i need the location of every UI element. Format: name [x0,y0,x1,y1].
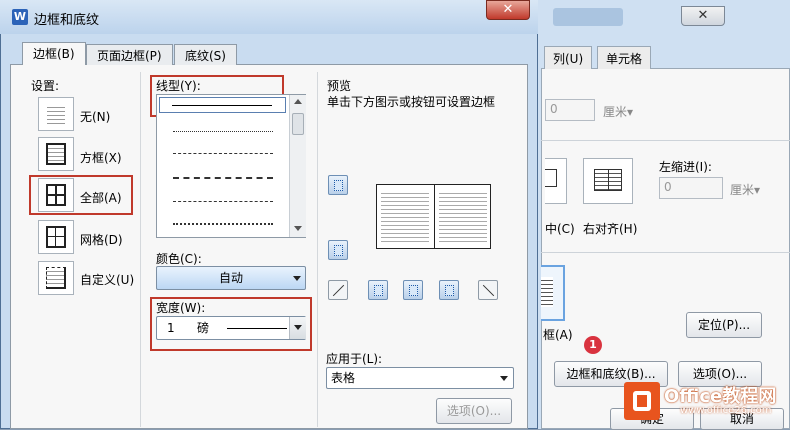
background-align-center-icon[interactable] [545,158,567,204]
setting-none-icon[interactable] [38,97,74,131]
wps-app-icon: W [12,9,28,25]
background-align-center-label: 中(C) [545,222,575,236]
setting-all-icon[interactable] [38,178,74,212]
width-dropdown-toggle[interactable] [289,317,306,339]
apply-to-select[interactable]: 表格 [326,367,514,389]
setting-grid-label[interactable]: 网格(D) [80,231,123,248]
chevron-down-icon [294,325,302,330]
chevron-down-icon [293,276,301,281]
background-indent-label: 左缩进(I): [659,160,712,174]
options-button[interactable]: 选项(O)... [436,398,512,424]
background-spin-1[interactable]: 0 [545,99,595,121]
background-unit-1: 厘米▾ [603,105,634,119]
background-options-label: 选项(O)... [692,367,748,381]
background-divider [541,140,790,141]
column-divider [140,72,141,427]
border-bottom-icon [374,285,383,296]
setting-box-label[interactable]: 方框(X) [80,149,122,166]
setting-custom-label[interactable]: 自定义(U) [80,271,134,288]
background-indent-spin[interactable]: 0 [659,177,723,199]
background-spin-value: 0 [664,180,672,194]
position-button[interactable]: 定位(P)... [686,312,762,338]
background-wrap-label: 框(A) [543,328,573,342]
step-badge: 1 [584,336,602,354]
setting-grid-icon[interactable] [38,220,74,254]
step-badge-number: 1 [589,338,597,351]
border-inside-h-button[interactable] [328,240,348,260]
setting-box-icon[interactable] [38,137,74,171]
background-unit-2: 厘米▾ [730,183,761,197]
apply-to-label: 应用于(L): [326,352,383,366]
line-style-item[interactable] [173,177,273,179]
dialog-close-button[interactable]: ✕ [486,0,530,20]
tab-label: 页面边框(P) [97,49,162,63]
line-style-scrollbar[interactable] [289,95,306,237]
office-logo-icon [624,382,660,420]
color-label: 颜色(C): [156,252,202,266]
background-close-button[interactable]: ✕ [681,6,725,26]
color-value: 自动 [218,271,243,285]
background-title-strip [553,8,623,26]
preview-hint: 单击下方图示或按钮可设置边框 [327,95,496,109]
preview-label: 预览 [327,79,352,93]
background-tab-column[interactable]: 列(U) [544,46,593,69]
background-divider [541,252,790,253]
diagonal-down-icon [482,284,495,297]
width-label: 宽度(W): [156,301,206,315]
border-right-button[interactable] [439,280,459,300]
tab-label: 边框(B) [33,47,75,61]
watermark-url: www.office26.com [680,405,772,416]
diagonal-up-button[interactable] [478,280,498,300]
scroll-down-icon[interactable] [294,226,302,231]
background-wrap-icon[interactable] [541,265,565,321]
border-top-icon [334,180,343,191]
background-spin-value: 0 [550,102,558,116]
line-style-item[interactable] [173,153,273,154]
diagonal-down-button[interactable] [328,280,348,300]
column-divider [317,72,318,427]
setting-custom-icon[interactable] [38,261,74,295]
line-style-item[interactable] [173,201,273,202]
tab-shading[interactable]: 底纹(S) [174,44,237,65]
line-style-item[interactable] [173,223,273,225]
line-style-list[interactable] [156,94,306,238]
background-tab-label: 列(U) [553,52,584,66]
scroll-thumb[interactable] [292,113,304,135]
close-icon: ✕ [502,2,514,17]
position-button-label: 定位(P)... [697,318,751,332]
color-select[interactable]: 自动 [156,266,306,290]
line-style-item[interactable] [173,131,273,132]
border-inside-v-button[interactable] [403,280,423,300]
border-top-button[interactable] [328,175,348,195]
background-tab-cell[interactable]: 单元格 [597,46,652,69]
apply-to-value: 表格 [331,371,356,385]
width-select[interactable]: 1 磅 [156,316,306,340]
options-button-label: 选项(O)... [446,404,502,418]
preview-table[interactable] [376,184,491,249]
setting-none-label[interactable]: 无(N) [80,108,110,125]
border-inside-h-icon [334,245,343,256]
line-style-label: 线型(Y): [156,79,201,93]
border-right-icon [445,285,454,296]
background-tab-label: 单元格 [606,52,643,66]
tab-label: 底纹(S) [185,49,226,63]
width-line-sample [227,328,287,329]
diagonal-up-icon [332,284,345,297]
border-inside-v-icon [409,285,418,296]
scroll-up-icon[interactable] [294,99,302,104]
tab-border[interactable]: 边框(B) [22,42,86,65]
dialog-title: 边框和底纹 [34,13,100,28]
width-unit: 磅 [197,321,210,335]
setting-all-label[interactable]: 全部(A) [80,189,122,206]
borders-button-label: 边框和底纹(B)... [566,367,656,381]
background-align-right-icon[interactable] [583,158,633,204]
settings-label: 设置: [31,79,60,93]
width-value: 1 [167,321,175,335]
border-bottom-button[interactable] [368,280,388,300]
tab-page-border[interactable]: 页面边框(P) [86,44,173,65]
background-align-right-label: 右对齐(H) [583,222,638,236]
line-style-item-selected[interactable] [159,97,286,113]
chevron-down-icon [500,376,508,381]
